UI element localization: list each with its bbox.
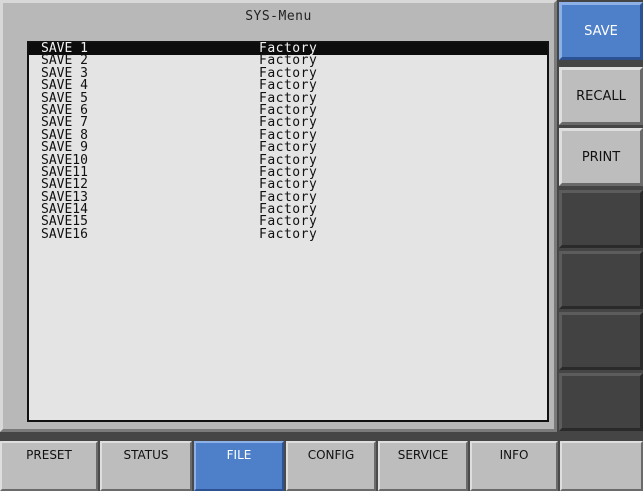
save-slot-row[interactable]: SAVE16 Factory — [29, 226, 547, 242]
print-button[interactable]: PRINT — [559, 128, 643, 186]
empty-softkey-7[interactable] — [559, 373, 643, 431]
empty-softkey-5[interactable] — [559, 251, 643, 309]
empty-softkey-4[interactable] — [559, 190, 643, 248]
softkey-panel: SAVE RECALL PRINT — [559, 0, 643, 432]
menu-title: SYS-Menu — [245, 9, 312, 24]
tab-config[interactable]: CONFIG — [286, 441, 376, 491]
tab-empty[interactable] — [560, 441, 643, 491]
empty-softkey-6[interactable] — [559, 312, 643, 370]
menu-tab-bar: PRESET STATUS FILE CONFIG SERVICE INFO — [0, 441, 643, 491]
recall-button[interactable]: RECALL — [559, 67, 643, 125]
tab-preset[interactable]: PRESET — [0, 441, 98, 491]
save-button[interactable]: SAVE — [559, 2, 643, 60]
tab-file[interactable]: FILE — [194, 441, 284, 491]
save-slot-value: Factory — [259, 226, 318, 242]
tab-status[interactable]: STATUS — [100, 441, 192, 491]
save-slot-list[interactable]: SAVE 1 Factory SAVE 2 Factory SAVE 3 Fac… — [27, 41, 549, 422]
tab-info[interactable]: INFO — [470, 441, 558, 491]
sys-menu-panel: SYS-Menu SAVE 1 Factory SAVE 2 Factory S… — [0, 0, 557, 432]
save-slot-name: SAVE16 — [41, 226, 88, 242]
tab-service[interactable]: SERVICE — [378, 441, 468, 491]
